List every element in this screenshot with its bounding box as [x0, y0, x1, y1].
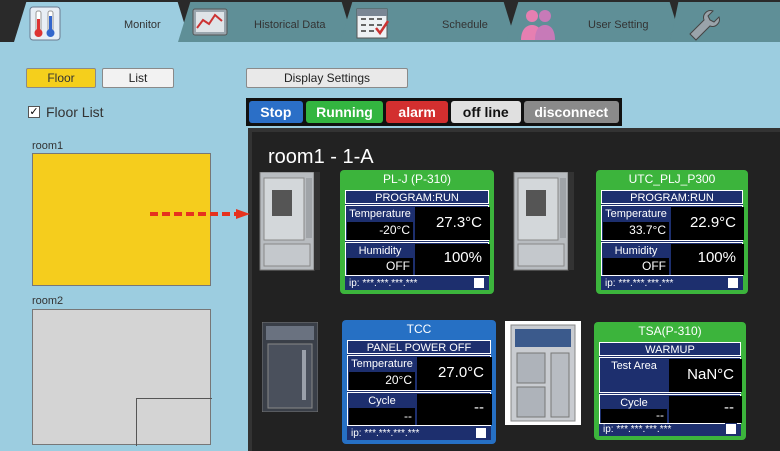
test-area-value: NaN°C — [687, 366, 734, 383]
tab-historical-data-label: Historical Data — [254, 19, 326, 31]
humidity-setpoint: OFF — [386, 259, 410, 273]
top-tab-bar: Monitor Historical Data Schedule User Se… — [0, 0, 780, 42]
users-icon — [521, 10, 555, 40]
device-status: PROGRAM:RUN — [345, 190, 489, 204]
legend-alarm: alarm — [386, 101, 448, 123]
device-status: PROGRAM:RUN — [601, 190, 743, 204]
device-status: PANEL POWER OFF — [347, 340, 491, 354]
machine-plj-image[interactable] — [258, 172, 320, 272]
calendar-icon[interactable] — [725, 423, 737, 435]
room-title: room1 - 1-A — [268, 146, 374, 168]
legend-stop: Stop — [249, 101, 303, 123]
temperature-value: 22.9°C — [689, 214, 736, 231]
tab-schedule-label: Schedule — [442, 19, 488, 31]
temperature-label: Temperature — [351, 358, 413, 370]
ip-address: ip: ***.***.***.*** — [603, 424, 672, 435]
legend-running: Running — [305, 101, 384, 123]
temperature-label: Temperature — [605, 208, 667, 220]
device-name: TCC — [406, 322, 432, 336]
graph-monitor-icon — [192, 8, 228, 36]
cycle-value: -- — [474, 399, 484, 416]
calendar-icon[interactable] — [727, 277, 739, 289]
wrench-icon — [689, 10, 720, 41]
humidity-value: 100% — [443, 249, 482, 266]
cycle-value: -- — [724, 399, 734, 416]
temperature-setpoint: 33.7°C — [629, 223, 666, 237]
humidity-label: Humidity — [614, 245, 658, 257]
arrow-icon — [150, 209, 250, 219]
display-settings-button[interactable]: Display Settings — [246, 68, 408, 88]
status-legend: Stop Running alarm off line disconnect — [246, 98, 622, 126]
temperature-label: Temperature — [349, 208, 411, 220]
device-name: PL-J (P-310) — [382, 172, 452, 186]
calendar-icon[interactable] — [475, 427, 487, 439]
device-name: UTC_PLJ_P300 — [628, 172, 716, 186]
legend-offline: off line — [450, 101, 521, 123]
tab-schedule[interactable]: Schedule — [340, 2, 516, 42]
legend-disconnect: disconnect — [523, 101, 619, 123]
room1-floor-tile[interactable] — [32, 153, 211, 286]
machine-utc-image[interactable] — [512, 172, 574, 272]
floor-list-checkbox[interactable]: ✓ — [28, 106, 40, 118]
device-card-tcc[interactable]: TCC PANEL POWER OFF Temperature 20°C 27.… — [342, 320, 496, 444]
device-card-plj[interactable]: PL-J (P-310) PROGRAM:RUN Temperature -20… — [340, 170, 494, 294]
humidity-label: Humidity — [358, 245, 402, 257]
calendar-icon — [356, 8, 390, 39]
tab-user-setting[interactable]: User Setting — [506, 2, 682, 42]
ip-address: ip: ***.***.***.*** — [351, 428, 420, 439]
cycle-setpoint: -- — [656, 408, 664, 422]
floor-list-label: Floor List — [46, 104, 104, 120]
humidity-setpoint: OFF — [642, 259, 666, 273]
cycle-label: Cycle — [368, 395, 396, 407]
tab-monitor-label: Monitor — [124, 19, 161, 31]
room2-floor-tile[interactable] — [32, 309, 212, 446]
room1-label: room1 — [32, 140, 64, 152]
tab-historical-data[interactable]: Historical Data — [178, 2, 354, 42]
device-status: WARMUP — [599, 342, 741, 356]
test-area-label: Test Area — [611, 360, 657, 372]
list-view-button[interactable]: List — [102, 68, 174, 88]
ip-address: ip: ***.***.***.*** — [349, 278, 418, 289]
temperature-setpoint: -20°C — [379, 223, 410, 237]
thermometer-icon — [29, 6, 61, 41]
calendar-icon[interactable] — [473, 277, 485, 289]
humidity-value: 100% — [697, 249, 736, 266]
machine-tcc-image[interactable] — [262, 322, 318, 412]
temperature-value: 27.0°C — [437, 364, 484, 381]
tab-user-setting-label: User Setting — [588, 19, 649, 31]
room2-sub-area — [136, 398, 212, 446]
floor-list-toggle[interactable]: ✓ Floor List — [28, 104, 104, 120]
room2-label: room2 — [32, 295, 64, 307]
tab-tools[interactable] — [670, 2, 780, 42]
floor-view-button[interactable]: Floor — [26, 68, 96, 88]
device-name: TSA(P-310) — [638, 324, 702, 338]
cycle-setpoint: -- — [404, 409, 412, 423]
ip-address: ip: ***.***.***.*** — [605, 278, 674, 289]
device-card-tsa[interactable]: TSA(P-310) WARMUP Test Area NaN°C Cycle … — [594, 322, 746, 440]
temperature-value: 27.3°C — [435, 214, 482, 231]
temperature-setpoint: 20°C — [385, 373, 412, 387]
tab-monitor[interactable]: Monitor — [14, 2, 190, 42]
device-card-utc[interactable]: UTC_PLJ_P300 PROGRAM:RUN Temperature 33.… — [596, 170, 748, 294]
machine-tsa-image[interactable] — [505, 321, 581, 425]
